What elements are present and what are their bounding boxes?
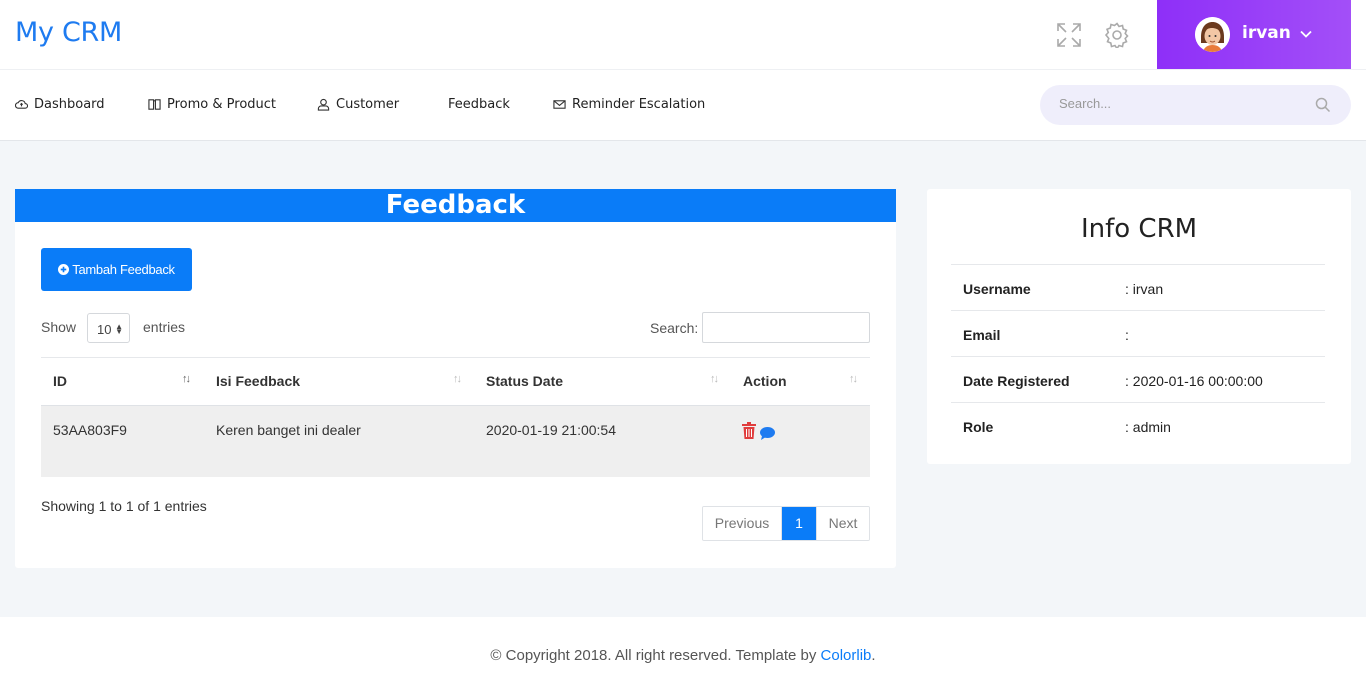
info-row-username: Username : irvan xyxy=(951,264,1325,310)
sort-icon[interactable]: ↑↓ xyxy=(182,373,191,385)
page-1-button[interactable]: 1 xyxy=(782,507,816,540)
plus-circle-icon xyxy=(58,264,70,275)
info-key: Role xyxy=(963,419,994,435)
nav-label: Reminder Escalation xyxy=(572,97,706,112)
info-crm-card: Info CRM Username : irvan Email : Date R… xyxy=(927,189,1351,464)
nav-item-customer[interactable]: Customer xyxy=(317,97,399,112)
info-value: : 2020-01-16 00:00:00 xyxy=(1125,373,1263,389)
column-header-action[interactable]: Action xyxy=(743,373,787,389)
top-header: My CRM irvan xyxy=(0,0,1366,70)
next-page-button[interactable]: Next xyxy=(816,507,869,540)
info-key: Email xyxy=(963,327,1001,343)
colorlib-link[interactable]: Colorlib xyxy=(821,647,872,664)
table-row xyxy=(41,405,870,477)
nav-label: Promo & Product xyxy=(167,97,277,112)
info-row-date-registered: Date Registered : 2020-01-16 00:00:00 xyxy=(951,356,1325,402)
sort-icon[interactable]: ↑↓ xyxy=(453,373,462,385)
column-header-feedback[interactable]: Isi Feedback xyxy=(216,373,300,389)
table-top-border xyxy=(41,357,870,358)
envelope-icon xyxy=(553,100,566,109)
info-value: : admin xyxy=(1125,419,1171,435)
info-row-email: Email : xyxy=(951,310,1325,356)
global-search xyxy=(1040,85,1351,125)
info-row-role: Role : admin xyxy=(951,402,1325,448)
info-value: : xyxy=(1125,327,1129,343)
feedback-card: Feedback Tambah Feedback Show 10 ▲ ▼ entr… xyxy=(15,189,896,568)
nav-item-dashboard[interactable]: Dashboard xyxy=(15,97,105,112)
chevron-down-icon[interactable] xyxy=(1300,28,1312,40)
search-input[interactable] xyxy=(1059,96,1309,111)
cell-feedback: Keren banget ini dealer xyxy=(216,422,361,438)
page-title: Feedback xyxy=(15,189,896,222)
nav-item-reminder-escalation[interactable]: Reminder Escalation xyxy=(553,97,705,112)
user-menu[interactable]: irvan xyxy=(1157,0,1351,69)
avatar xyxy=(1195,17,1230,52)
entries-label: entries xyxy=(143,319,186,335)
trash-icon[interactable] xyxy=(742,422,756,439)
nav-label: Dashboard xyxy=(34,97,105,112)
cell-id: 53AA803F9 xyxy=(53,422,127,438)
cloud-icon xyxy=(15,100,28,109)
add-feedback-label: Tambah Feedback xyxy=(72,262,175,277)
gear-icon[interactable] xyxy=(1104,22,1130,48)
table-search-label: Search: xyxy=(650,320,699,336)
previous-page-button[interactable]: Previous xyxy=(703,507,782,540)
select-arrows-icon: ▲ ▼ xyxy=(115,322,123,336)
info-key: Date Registered xyxy=(963,373,1070,389)
nav-item-feedback[interactable]: Feedback xyxy=(448,97,510,112)
main-nav: Dashboard Promo & Product Customer Feedb… xyxy=(0,70,1366,141)
app-logo[interactable]: My CRM xyxy=(15,17,122,48)
user-icon xyxy=(317,98,330,111)
show-label: Show xyxy=(41,319,77,335)
sort-icon[interactable]: ↑↓ xyxy=(849,373,858,385)
table-info: Showing 1 to 1 of 1 entries xyxy=(41,498,207,514)
nav-label: Feedback xyxy=(448,97,510,112)
copyright-text: © Copyright 2018. All right reserved. Te… xyxy=(490,647,821,664)
cell-status-date: 2020-01-19 21:00:54 xyxy=(486,422,616,438)
column-header-id[interactable]: ID xyxy=(53,373,67,389)
chat-icon[interactable] xyxy=(760,427,775,440)
info-crm-title: Info CRM xyxy=(1080,214,1198,244)
table-search-input[interactable] xyxy=(702,312,870,343)
footer-copyright: © Copyright 2018. All right reserved. Te… xyxy=(0,647,1366,664)
footer: © Copyright 2018. All right reserved. Te… xyxy=(0,617,1366,687)
sort-icon[interactable]: ↑↓ xyxy=(710,373,719,385)
book-icon xyxy=(148,99,161,110)
user-name: irvan xyxy=(1242,23,1291,43)
search-icon[interactable] xyxy=(1315,97,1331,113)
add-feedback-button[interactable]: Tambah Feedback xyxy=(41,248,192,291)
info-value: : irvan xyxy=(1125,281,1164,297)
avatar-image xyxy=(1195,17,1230,52)
info-key: Username xyxy=(963,281,1031,297)
nav-label: Customer xyxy=(336,97,400,112)
pagination: Previous 1 Next xyxy=(702,506,870,541)
fullscreen-icon[interactable] xyxy=(1056,22,1082,48)
page-length-select[interactable]: 10 ▲ ▼ xyxy=(87,313,130,343)
nav-item-promo-product[interactable]: Promo & Product xyxy=(148,97,276,112)
copyright-end: . xyxy=(871,647,876,664)
column-header-status-date[interactable]: Status Date xyxy=(486,373,563,389)
page-length-value: 10 xyxy=(97,322,112,337)
